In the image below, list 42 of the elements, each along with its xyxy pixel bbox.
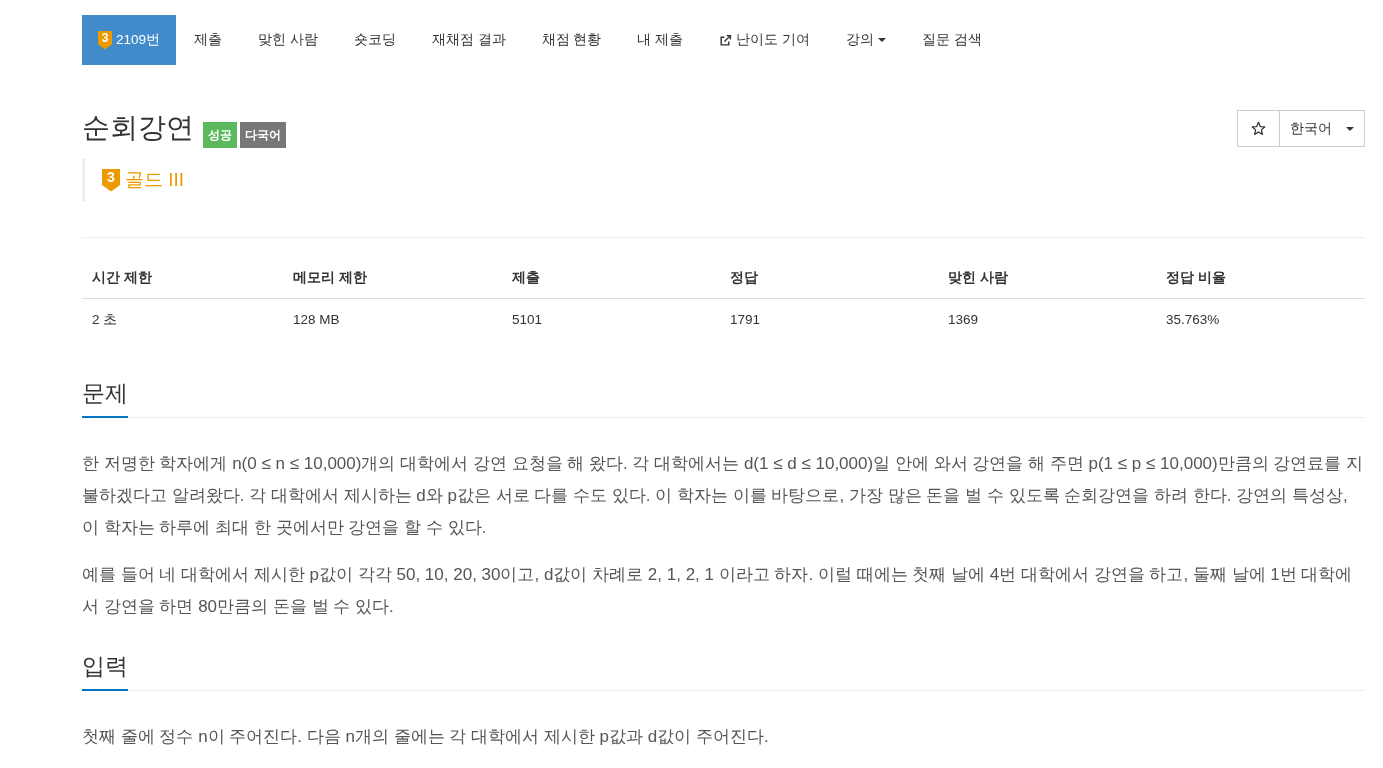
nav-tab[interactable]: 맞힌 사람: [240, 15, 336, 65]
table-cell-text: 35.763%: [1165, 311, 1221, 329]
column-header: 메모리 제한: [283, 258, 502, 299]
tab-label: 2109번: [116, 31, 161, 49]
table-cell-text: 5101: [511, 311, 544, 329]
problem-tag: 성공: [203, 122, 237, 148]
column-header: 제출: [502, 258, 720, 299]
problem-title: 순회강연: [82, 111, 194, 145]
table-cell-text: 128 MB: [292, 311, 341, 329]
nav-tab[interactable]: 숏코딩: [335, 15, 414, 65]
column-header: 시간 제한: [82, 258, 283, 299]
caret-icon: [877, 38, 886, 42]
caret-icon: [1346, 126, 1354, 131]
nav-tab[interactable]: 내 제출: [619, 15, 702, 65]
tab-label: 강의: [845, 31, 874, 49]
tier-label: 골드 III: [125, 168, 185, 192]
nav-dropdown[interactable]: 강의: [827, 15, 904, 65]
nav-tab[interactable]: 채점 현황: [523, 15, 620, 65]
nav-tab[interactable]: 재채점 결과: [413, 15, 524, 65]
tier-emblem: 3: [98, 30, 112, 50]
paragraph: 첫째 줄에 정수 n이 주어진다. 다음 n개의 줄에는 각 대학에서 제시한 p값과 d값이 주어진다.: [82, 726, 770, 748]
tab-label: 난이도 기여: [736, 31, 810, 49]
column-header: 정답 비율: [1156, 258, 1365, 299]
problem-tag: 다국어: [240, 122, 286, 148]
table-cell-text: 2 초: [91, 311, 119, 329]
nav-tab[interactable]: 질문 검색: [903, 15, 1000, 65]
paragraph: 한 저명한 학자에게 n(0 ≤ n ≤ 10,000)개의 대학에서 강연 요청을 해 왔다. 각 대학에서는 d(1 ≤ d ≤ 10,000)일 안에 와서 강연을 해 주면 p(1 ≤ p ≤ 10,000)만큼의 강연료를 지불하겠다고 알려왔다. 각 대학에서 제시하는 d와 p값은 서로 다를 수도 있다. 이 학자는 이를 바탕으로, 가장 많은 돈을 벌 수 있도록 순회강연을 하려 한다. 강연의 특성상, 이 학자는 하루에 최대 한 곳에서만 강연을 할 수 있다.: [82, 453, 1365, 539]
nav-tab[interactable]: 난이도 기여: [701, 15, 828, 65]
section-heading: 입력: [82, 652, 128, 691]
external-link-icon: [719, 33, 733, 47]
nav-tab[interactable]: 제출: [176, 15, 241, 65]
paragraph: 예를 들어 네 대학에서 제시한 p값이 각각 50, 10, 20, 30이고, d값이 차례로 2, 1, 2, 1 이라고 하자. 이럴 때에는 첫째 날에 4번 대학에서 강연을 하고, 둘째 날에 1번 대학에서 강연을 하면 80만큼의 돈을 벌 수 있다.: [82, 564, 1354, 618]
table-cell-text: 1369: [947, 311, 980, 329]
table-cell-text: 1791: [729, 311, 762, 329]
language-dropdown[interactable]: 한국어: [1279, 110, 1365, 147]
problem-tab[interactable]: 3 2109번: [82, 15, 177, 65]
favorite-button[interactable]: [1237, 110, 1280, 147]
column-header: 맞힌 사람: [938, 258, 1156, 299]
column-header: 정답: [720, 258, 938, 299]
tier-emblem: 3: [102, 168, 120, 192]
section-heading: 문제: [82, 379, 128, 418]
language-label: 한국어: [1290, 119, 1332, 138]
